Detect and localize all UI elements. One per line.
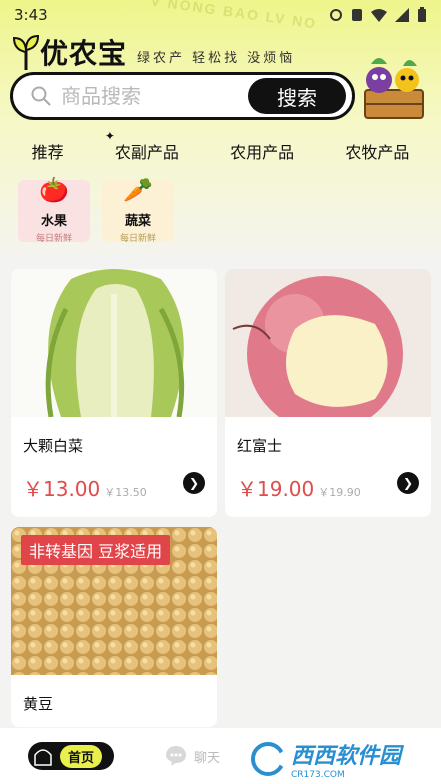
battery-icon bbox=[418, 7, 426, 22]
tab-agri-byproducts[interactable]: ✦ 农副产品 bbox=[105, 129, 185, 167]
product-card[interactable]: 红富士 ￥19.00 ￥19.90 ❯ bbox=[225, 269, 431, 517]
nav-home-label: 首页 bbox=[60, 744, 103, 768]
nav-home[interactable]: 首页 bbox=[28, 742, 115, 770]
product-card[interactable]: 非转基因 豆浆适用 黄豆 bbox=[11, 527, 217, 727]
tab-label: 农副产品 bbox=[114, 143, 179, 162]
product-price: ￥19.00 bbox=[237, 477, 315, 501]
brand-slogan: 绿农产 轻松找 没烦恼 bbox=[137, 51, 296, 66]
cabbage-image bbox=[11, 269, 217, 418]
chat-icon bbox=[166, 746, 187, 766]
home-icon bbox=[34, 749, 52, 766]
status-icons bbox=[329, 7, 427, 23]
watermark-logo-icon bbox=[251, 742, 285, 776]
chevron-right-icon[interactable]: ❯ bbox=[397, 472, 419, 494]
tab-agri-supplies[interactable]: 农用产品 bbox=[224, 135, 300, 167]
product-title: 黄豆 bbox=[23, 695, 54, 713]
search-icon bbox=[31, 86, 51, 106]
subcategory-subtitle: 每日新鲜 bbox=[35, 234, 72, 244]
brand-row: 优农宝 绿农产 轻松找 没烦恼 bbox=[12, 26, 295, 72]
nav-chat[interactable]: 聊天 bbox=[164, 744, 220, 768]
product-banner: 非转基因 豆浆适用 bbox=[21, 535, 171, 565]
search-bar: 搜索 bbox=[10, 72, 355, 120]
product-title: 红富士 bbox=[237, 437, 283, 455]
watermark-text-big: 西西软件园 bbox=[291, 744, 402, 769]
subcategory-vegetable[interactable]: 🥕 蔬菜 每日新鲜 bbox=[102, 176, 174, 244]
tomato-icon: 🍅 bbox=[39, 176, 69, 204]
subcategory-fruit[interactable]: 🍅 水果 每日新鲜 bbox=[18, 176, 90, 244]
signal-icon bbox=[395, 8, 409, 22]
product-price: ￥13.00 bbox=[23, 477, 101, 501]
nav-chat-label: 聊天 bbox=[194, 750, 221, 766]
chevron-right-icon[interactable]: ❯ bbox=[183, 472, 205, 494]
sim-icon bbox=[352, 9, 362, 21]
tab-livestock-products[interactable]: 农牧产品 bbox=[339, 135, 415, 167]
carrot-icon: 🥕 bbox=[123, 176, 153, 204]
product-old-price: ￥13.50 bbox=[104, 486, 147, 499]
subcategory-name: 蔬菜 bbox=[124, 214, 151, 229]
sparkle-icon: ✦ bbox=[104, 129, 115, 143]
search-button[interactable]: 搜索 bbox=[248, 78, 346, 114]
product-card[interactable]: 大颗白菜 ￥13.00 ￥13.50 ❯ bbox=[11, 269, 217, 517]
subcategory-subtitle: 每日新鲜 bbox=[119, 234, 156, 244]
site-watermark-logo: 西西软件园 CR173.COM bbox=[251, 740, 433, 780]
tab-recommend[interactable]: 推荐 bbox=[26, 135, 70, 167]
sprout-logo-icon bbox=[12, 34, 40, 70]
brand-name: 优农宝 bbox=[40, 37, 128, 70]
subcategory-list: 🍅 水果 每日新鲜 🥕 蔬菜 每日新鲜 bbox=[18, 176, 174, 244]
product-old-price: ￥19.90 bbox=[318, 486, 361, 499]
vegetable-basket-mascot-icon bbox=[364, 58, 424, 119]
subcategory-name: 水果 bbox=[40, 214, 67, 229]
watermark-text-small: CR173.COM bbox=[291, 770, 345, 780]
wifi-icon bbox=[371, 9, 387, 22]
settings-icon bbox=[330, 9, 342, 21]
search-input[interactable] bbox=[61, 84, 248, 108]
status-time: 3:43 bbox=[14, 6, 48, 24]
apple-image bbox=[225, 269, 431, 432]
product-title: 大颗白菜 bbox=[23, 437, 84, 455]
category-tabs: 推荐 ✦ 农副产品 农用产品 农牧产品 bbox=[0, 129, 441, 168]
